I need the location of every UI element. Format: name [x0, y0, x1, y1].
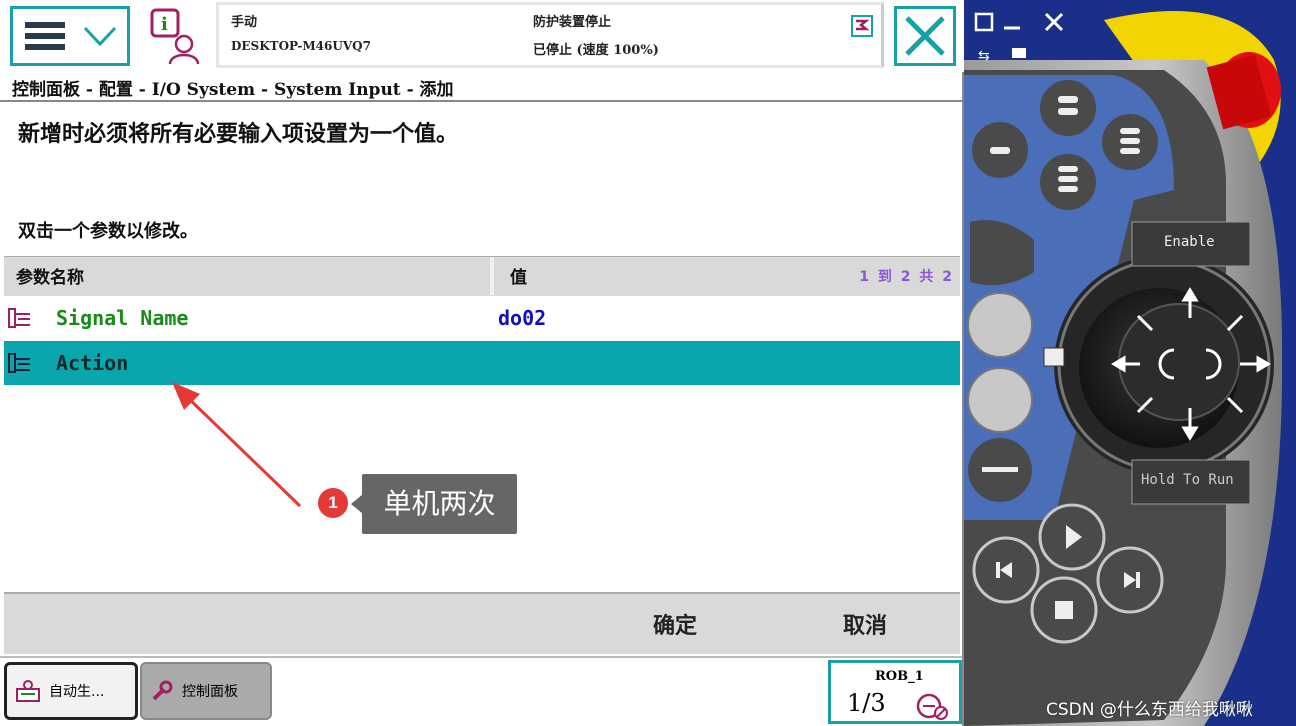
table-row-selected[interactable]: Action: [4, 341, 960, 385]
table-header: 参数名称 值 1 到 2 共 2: [4, 256, 960, 296]
flexpendant-screen: i 手动 DESKTOP-M46UVQ7 防护装置停止 已停止 (速度 100%…: [0, 0, 964, 726]
parameter-name: Action: [56, 351, 129, 375]
task-auto-production[interactable]: 自动生...: [4, 662, 138, 720]
run-status: 已停止 (速度 100%): [533, 43, 659, 58]
parameter-name: Signal Name: [56, 306, 189, 330]
safety-status: 防护装置停止: [533, 15, 612, 30]
task-label: 自动生...: [49, 684, 105, 700]
svg-text:i: i: [161, 14, 168, 35]
column-header-value: 值 1 到 2 共 2: [498, 257, 960, 295]
close-button[interactable]: [894, 6, 956, 66]
breadcrumb: 控制面板 - 配置 - I/O System - System Input - …: [0, 72, 962, 102]
hold-to-run-label: Hold To Run: [1141, 472, 1234, 488]
top-bar: i 手动 DESKTOP-M46UVQ7 防护装置停止 已停止 (速度 100%…: [0, 0, 964, 72]
task-label: 控制面板: [182, 684, 238, 700]
jog-mode-icon: [916, 693, 948, 720]
hamburger-icon: [25, 22, 65, 50]
hint-text: 双击一个参数以修改。: [18, 221, 198, 242]
parameter-icon: [8, 353, 30, 373]
parameter-icon: [8, 308, 30, 328]
task-fraction: 1/3: [847, 689, 886, 717]
parameter-value: do02: [498, 306, 547, 330]
column-header-value-label: 值: [510, 268, 527, 288]
annotation-arrow: [172, 382, 302, 508]
quickset-button[interactable]: ROB_1 1/3: [828, 660, 962, 724]
pendant-body-illustration: ⇆: [964, 0, 1296, 726]
taskbar: 自动生... 控制面板 ROB_1 1/3: [0, 656, 962, 726]
production-window-icon: [16, 680, 40, 702]
pager-text: 1 到 2 共 2: [859, 269, 954, 285]
table-row[interactable]: Signal Name do02: [4, 296, 960, 340]
action-bar: 确定 取消: [4, 592, 960, 654]
task-control-panel[interactable]: 控制面板: [140, 662, 272, 720]
enable-button-label: Enable: [1164, 234, 1215, 250]
ok-button[interactable]: 确定: [600, 594, 750, 654]
callout-label: 单机两次: [362, 474, 517, 534]
callout-number-badge: 1: [318, 488, 348, 518]
event-log-icon[interactable]: i: [146, 8, 204, 66]
chevron-down-icon: [83, 26, 117, 47]
pendant-hardware: ⇆ Enable Hold To Run: [964, 0, 1296, 726]
cancel-button[interactable]: 取消: [790, 594, 940, 654]
host-text: DESKTOP-M46UVQ7: [231, 39, 371, 53]
status-panel[interactable]: 手动 DESKTOP-M46UVQ7 防护装置停止 已停止 (速度 100%): [216, 2, 884, 68]
instruction-text: 新增时必须将所有必要输入项设置为一个值。: [18, 122, 459, 147]
wrench-icon: [152, 680, 173, 701]
close-icon: [905, 16, 945, 56]
column-header-name: 参数名称: [4, 257, 494, 295]
svg-text:⇆: ⇆: [978, 48, 990, 64]
program-status-icon: [851, 15, 873, 37]
mode-text: 手动: [231, 15, 258, 30]
watermark: CSDN @什么东西给我啾啾: [1046, 700, 1253, 720]
robot-name: ROB_1: [875, 669, 924, 684]
main-menu-button[interactable]: [10, 6, 130, 66]
